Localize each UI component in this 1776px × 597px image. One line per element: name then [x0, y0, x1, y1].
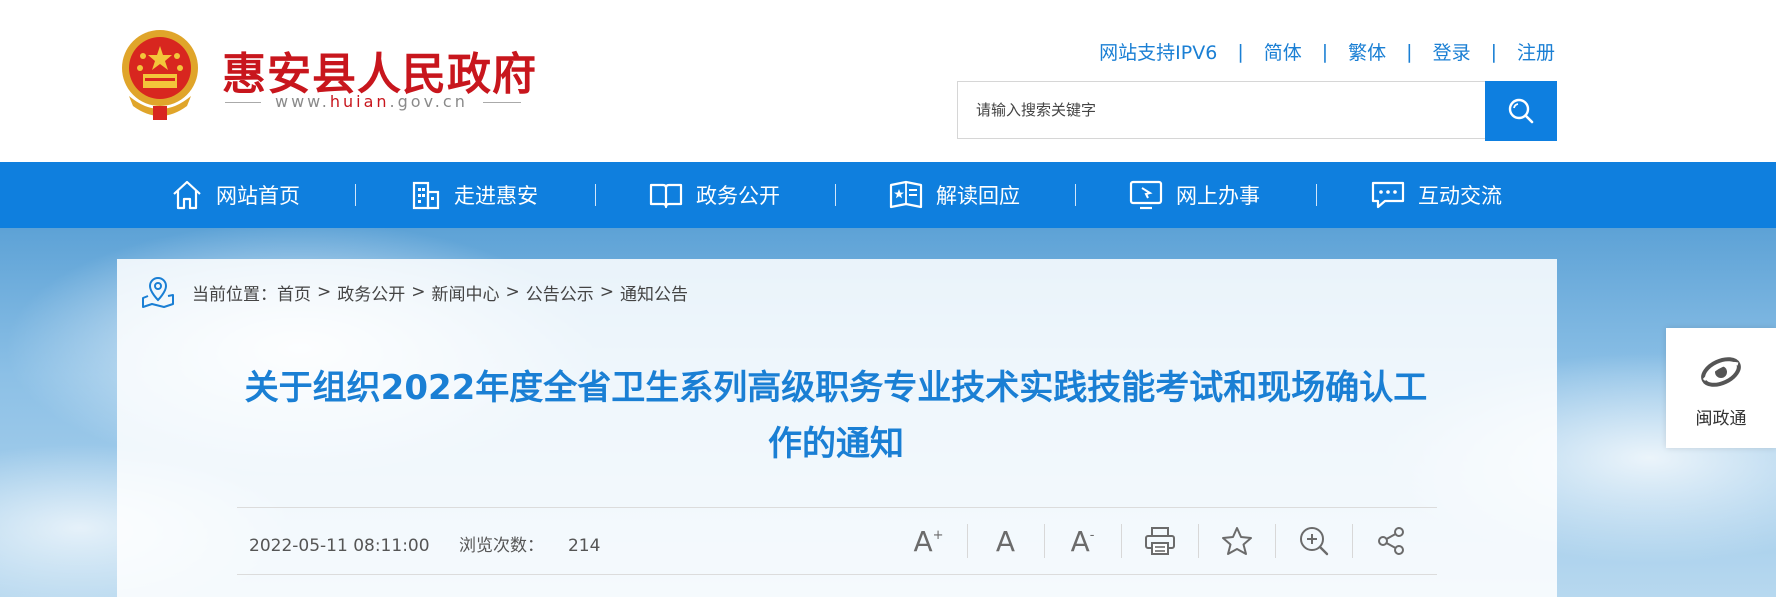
print-icon[interactable]: [1121, 520, 1198, 562]
view-count-value: 214: [567, 536, 601, 556]
nav-label: 解读回应: [936, 184, 1020, 208]
building-icon: [412, 181, 440, 210]
nav-divider: [1316, 184, 1317, 206]
search-button[interactable]: [1485, 81, 1557, 141]
share-icon[interactable]: [1352, 520, 1429, 562]
ipv6-link[interactable]: 网站支持IPV6: [1099, 38, 1217, 65]
site-domain: www.huian.gov.cn: [275, 92, 468, 111]
chat-icon: [1371, 181, 1405, 209]
divider: |: [1490, 40, 1497, 63]
breadcrumb-gov-affairs[interactable]: 政务公开: [337, 280, 405, 305]
nav-label: 政务公开: [696, 184, 780, 208]
article-title: 关于组织2022年度全省卫生系列高级职务专业技术实践技能考试和现场确认工作的通知: [244, 368, 1428, 464]
simplified-chinese-link[interactable]: 简体: [1264, 38, 1302, 65]
site-domain-prefix: www.: [275, 92, 330, 111]
domain-divider-left: [225, 102, 261, 103]
site-domain-highlight: huian: [329, 92, 390, 111]
nav-divider: [835, 184, 836, 206]
register-link[interactable]: 注册: [1517, 38, 1555, 65]
nav-label: 网站首页: [216, 184, 300, 208]
monitor-icon: [1129, 180, 1163, 210]
publish-date: 2022-05-11 08:11:00: [249, 536, 430, 556]
nav-divider: [355, 184, 356, 206]
nav-divider: [595, 184, 596, 206]
nav-item-about[interactable]: 走进惠安: [410, 162, 538, 228]
traditional-chinese-link[interactable]: 繁体: [1348, 38, 1386, 65]
home-icon: [173, 180, 201, 210]
top-links: 网站支持IPV6 | 简体 | 繁体 | 登录 | 注册: [1099, 38, 1555, 65]
nav-item-gov-affairs[interactable]: 政务公开: [648, 162, 780, 228]
breadcrumb-prefix: 当前位置：: [192, 284, 277, 305]
domain-divider-right: [483, 102, 521, 103]
nav-divider: [1075, 184, 1076, 206]
min-zheng-tong-widget[interactable]: 闽政通: [1666, 328, 1776, 448]
search-icon: [1508, 98, 1534, 124]
font-increase-icon[interactable]: A +: [890, 520, 967, 562]
search-bar: [957, 81, 1557, 141]
location-map-icon: [142, 276, 174, 308]
divider: |: [1237, 40, 1244, 63]
breadcrumb-home[interactable]: 首页: [277, 280, 311, 305]
side-widget-label: 闽政通: [1695, 409, 1747, 429]
breadcrumb-separator: >: [317, 282, 332, 302]
breadcrumb-announcements[interactable]: 公告公示: [526, 280, 594, 305]
divider: [237, 507, 1437, 508]
nav-item-interaction[interactable]: 互动交流: [1370, 162, 1502, 228]
nav-item-home[interactable]: 网站首页: [170, 162, 300, 228]
site-domain-suffix: .gov.cn: [389, 92, 468, 111]
book-icon: [649, 183, 683, 209]
national-emblem-icon: [122, 30, 198, 120]
zoom-icon[interactable]: [1275, 520, 1352, 562]
open-book-star-icon: [889, 180, 923, 209]
breadcrumb: 当前位置： 首页 > 政务公开 > 新闻中心 > 公告公示 > 通知公告: [140, 274, 688, 310]
breadcrumb-notices[interactable]: 通知公告: [620, 280, 688, 305]
divider: |: [1321, 40, 1329, 63]
nav-item-online-services[interactable]: 网上办事: [1128, 162, 1260, 228]
breadcrumb-news-center[interactable]: 新闻中心: [432, 280, 500, 305]
font-normal-icon[interactable]: A: [967, 520, 1044, 562]
main-nav: 网站首页 走进惠安 政务公开 解读回应 网上办事 互动交流: [0, 162, 1776, 228]
view-count-label: 浏览次数：: [458, 536, 544, 556]
breadcrumb-separator: >: [599, 282, 614, 302]
search-input[interactable]: [957, 81, 1487, 139]
divider: |: [1406, 40, 1413, 63]
breadcrumb-separator: >: [411, 282, 426, 302]
article-tools: A + A A-: [890, 520, 1429, 562]
nav-label: 网上办事: [1176, 184, 1260, 208]
login-link[interactable]: 登录: [1433, 38, 1471, 65]
nav-label: 走进惠安: [454, 184, 538, 208]
min-zheng-tong-icon: [1701, 357, 1741, 387]
nav-item-interpretation[interactable]: 解读回应: [888, 162, 1020, 228]
site-header: 惠安县人民政府 www.huian.gov.cn 网站支持IPV6 | 简体 |…: [0, 0, 1776, 162]
breadcrumb-separator: >: [505, 282, 520, 302]
view-count: 浏览次数： 214: [459, 536, 600, 556]
divider: [237, 574, 1437, 575]
nav-label: 互动交流: [1418, 184, 1502, 208]
article-meta: 2022-05-11 08:11:00 浏览次数： 214: [249, 531, 600, 556]
font-decrease-icon[interactable]: A-: [1044, 520, 1121, 562]
favorite-star-icon[interactable]: [1198, 520, 1275, 562]
